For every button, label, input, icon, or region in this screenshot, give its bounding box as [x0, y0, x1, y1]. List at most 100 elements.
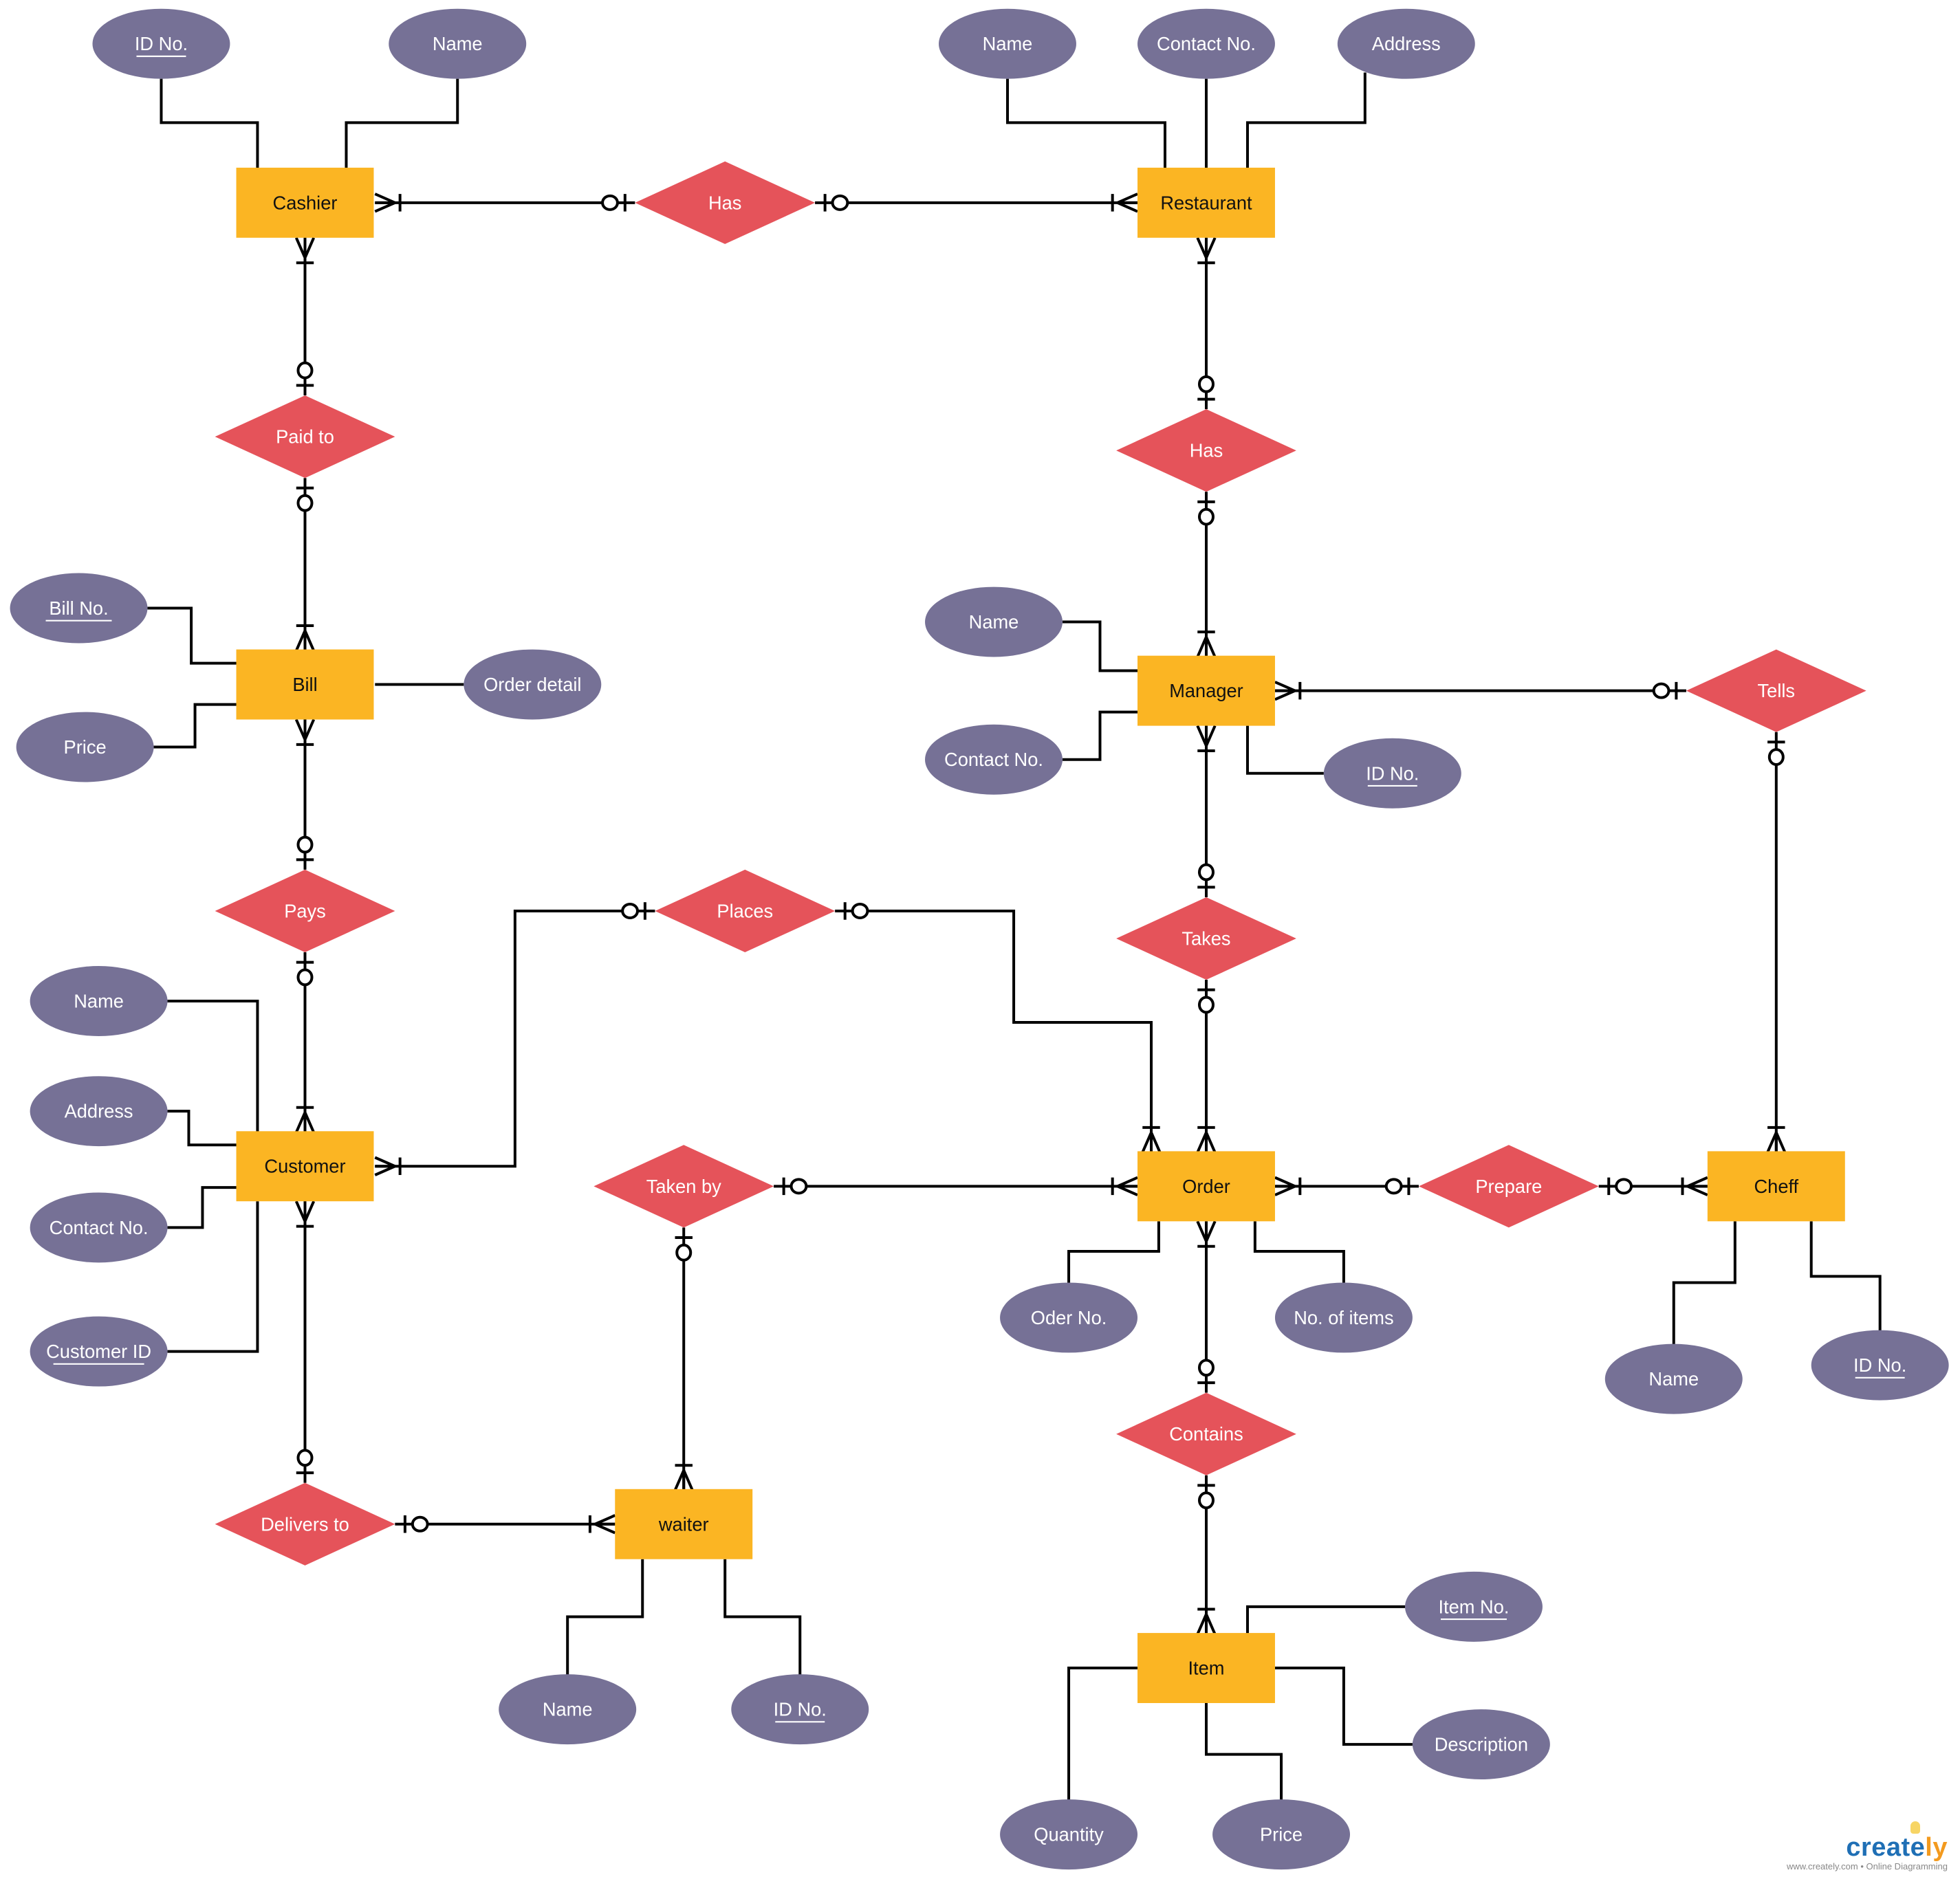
key-attribute-label: Bill No. — [49, 597, 108, 619]
attribute-customer-address[interactable]: Address — [30, 1076, 168, 1147]
relationship-tells[interactable]: Tells — [1686, 649, 1866, 732]
shapes-layer: Cashier Restaurant Bill Manager Customer Orde… — [10, 8, 1949, 1870]
entity-label: Cheff — [1754, 1176, 1798, 1197]
relationship-label: Tells — [1758, 680, 1796, 701]
entity-label: Cashier — [273, 192, 338, 213]
attribute-customer-id[interactable]: Customer ID — [30, 1316, 168, 1387]
attribute-connector — [1245, 725, 1324, 775]
crows-foot-one-or-many-icon — [374, 1156, 402, 1176]
attribute-connector — [1274, 1667, 1413, 1746]
attribute-bill-no[interactable]: Bill No. — [10, 573, 148, 644]
attribute-order-no[interactable]: Oder No. — [1000, 1282, 1138, 1353]
relationship-takes[interactable]: Takes — [1116, 897, 1296, 980]
attribute-manager-id[interactable]: ID No. — [1323, 738, 1461, 809]
attribute-connector — [167, 999, 259, 1133]
entity-label: Bill — [292, 674, 317, 695]
attribute-label: Name — [543, 1699, 593, 1720]
relationship-label: Pays — [284, 900, 326, 921]
entity-cheff[interactable]: Cheff — [1707, 1151, 1845, 1222]
crows-foot-one-or-many-icon — [1111, 193, 1138, 213]
attribute-connector — [1253, 1221, 1345, 1284]
attribute-label: Name — [969, 611, 1019, 633]
attribute-label: Quantity — [1034, 1824, 1104, 1845]
entity-bill[interactable]: Bill — [236, 649, 374, 720]
entity-item[interactable]: Item — [1137, 1633, 1275, 1704]
crows-foot-one-or-many-icon — [1681, 1176, 1708, 1196]
attribute-connector — [1067, 1221, 1160, 1284]
crows-foot-one-or-many-icon — [374, 193, 402, 213]
attribute-restaurant-address[interactable]: Address — [1337, 8, 1475, 79]
attribute-item-no[interactable]: Item No. — [1404, 1571, 1543, 1642]
attribute-manager-contact[interactable]: Contact No. — [925, 724, 1063, 795]
attribute-restaurant-contact[interactable]: Contact No. — [1137, 8, 1275, 79]
relationship-pays[interactable]: Pays — [215, 869, 395, 953]
crows-foot-one-or-many-icon — [1141, 1126, 1162, 1154]
attribute-connector — [1809, 1221, 1882, 1332]
key-attribute-label: Customer ID — [46, 1341, 151, 1362]
relationship-paid-to[interactable]: Paid to — [215, 395, 395, 479]
lightbulb-icon — [1910, 1821, 1920, 1834]
relationship-prepare[interactable]: Prepare — [1418, 1145, 1599, 1228]
entity-label: Manager — [1169, 680, 1243, 701]
entity-label: Restaurant — [1160, 192, 1252, 213]
entity-order[interactable]: Order — [1137, 1151, 1275, 1222]
crows-foot-one-or-many-icon — [1111, 1176, 1138, 1196]
relationship-label: Places — [717, 900, 773, 921]
attribute-label: Name — [74, 990, 124, 1011]
entity-cashier[interactable]: Cashier — [236, 167, 374, 238]
attribute-connector — [1672, 1221, 1736, 1346]
attribute-connector — [566, 1559, 644, 1676]
crows-foot-one-or-many-icon — [673, 1464, 694, 1491]
entity-waiter[interactable]: waiter — [615, 1489, 753, 1559]
attribute-customer-contact[interactable]: Contact No. — [30, 1192, 168, 1263]
crows-foot-one-or-many-icon — [1196, 1126, 1217, 1154]
relationship-label: Has — [1190, 440, 1223, 461]
relationship-taken-by[interactable]: Taken by — [594, 1145, 774, 1228]
attribute-restaurant-name[interactable]: Name — [939, 8, 1076, 79]
entity-manager[interactable]: Manager — [1137, 655, 1275, 726]
crows-foot-one-or-many-icon — [294, 1200, 316, 1228]
attribute-label: Address — [1372, 33, 1441, 54]
relationship-contains[interactable]: Contains — [1116, 1392, 1296, 1475]
attribute-item-quantity[interactable]: Quantity — [1000, 1799, 1138, 1870]
key-attribute-label: ID No. — [135, 33, 188, 54]
attribute-order-items[interactable]: No. of items — [1274, 1282, 1413, 1353]
relationship-has-cashier-restaurant[interactable]: Has — [635, 161, 816, 244]
relationship-label: Contains — [1169, 1423, 1243, 1445]
relationship-label: Paid to — [276, 426, 334, 448]
crows-foot-one-or-many-icon — [1766, 1126, 1787, 1154]
attribute-connector — [147, 606, 238, 665]
attribute-label: Price — [1260, 1824, 1303, 1845]
entity-label: waiter — [658, 1513, 709, 1535]
attribute-label: Name — [1648, 1368, 1699, 1390]
attribute-customer-name[interactable]: Name — [30, 966, 168, 1036]
attribute-cheff-id[interactable]: ID No. — [1811, 1330, 1949, 1401]
crows-foot-one-or-many-icon — [588, 1514, 616, 1535]
attribute-bill-order-detail[interactable]: Order detail — [464, 649, 602, 720]
entity-customer[interactable]: Customer — [236, 1131, 374, 1202]
attribute-cheff-name[interactable]: Name — [1604, 1343, 1743, 1414]
attribute-connector — [153, 703, 238, 749]
attribute-connector — [167, 1110, 238, 1147]
attribute-connector — [345, 78, 459, 169]
attribute-connector — [160, 78, 259, 169]
attribute-item-description[interactable]: Description — [1412, 1709, 1550, 1780]
attribute-bill-price[interactable]: Price — [16, 712, 154, 782]
relationship-label: Has — [708, 192, 741, 213]
relationship-delivers-to[interactable]: Delivers to — [215, 1482, 395, 1566]
relationship-connector — [835, 909, 1153, 1153]
attribute-item-price[interactable]: Price — [1212, 1799, 1351, 1870]
attribute-label: Oder No. — [1031, 1307, 1107, 1328]
creately-logo-text: creately — [1846, 1833, 1948, 1862]
attribute-waiter-id[interactable]: ID No. — [731, 1674, 869, 1745]
attribute-waiter-name[interactable]: Name — [499, 1674, 637, 1745]
attribute-connector — [1245, 72, 1366, 169]
relationship-has-restaurant-manager[interactable]: Has — [1116, 409, 1296, 492]
relationship-label: Taken by — [646, 1176, 721, 1197]
attribute-manager-name[interactable]: Name — [925, 586, 1063, 657]
attribute-cashier-id[interactable]: ID No. — [92, 8, 230, 79]
attribute-cashier-name[interactable]: Name — [389, 8, 527, 79]
entity-restaurant[interactable]: Restaurant — [1137, 167, 1275, 238]
attribute-connector — [167, 1186, 238, 1229]
relationship-places[interactable]: Places — [655, 869, 836, 953]
